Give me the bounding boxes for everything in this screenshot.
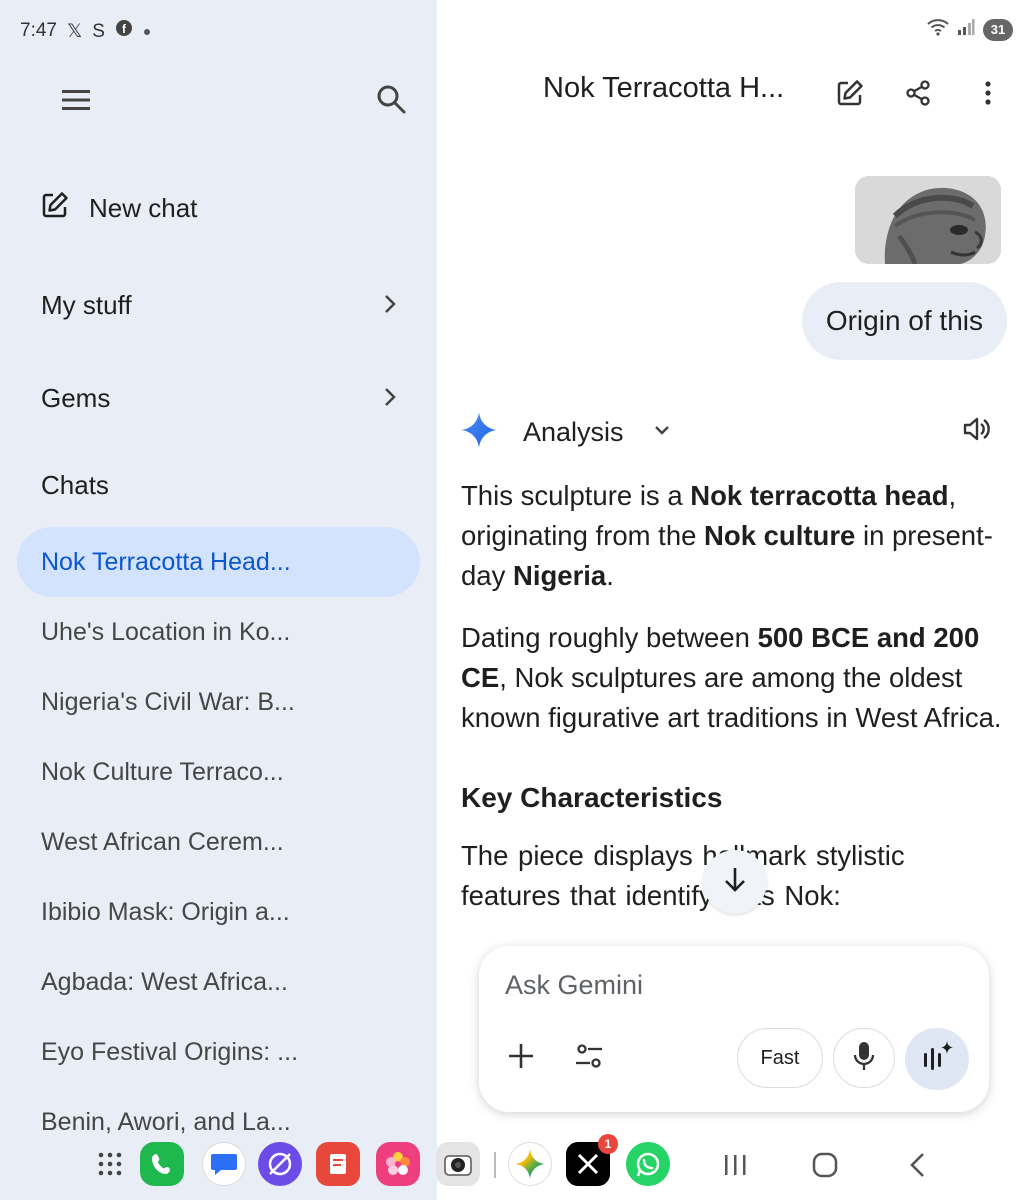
recent-apps-icon[interactable] (718, 1148, 752, 1182)
notes-icon[interactable] (316, 1142, 360, 1186)
notification-badge: 1 (598, 1134, 618, 1154)
search-icon[interactable] (370, 78, 412, 120)
chat-item[interactable]: Eyo Festival Origins: ... (17, 1017, 420, 1087)
status-bar-right: 31 (927, 18, 1013, 41)
chat-item[interactable]: Nok Culture Terraco... (17, 737, 420, 807)
my-stuff-item[interactable]: My stuff (41, 283, 397, 327)
chat-item[interactable]: Nigeria's Civil War: B... (17, 667, 420, 737)
model-mode-button[interactable]: Fast (737, 1028, 823, 1088)
new-chat-button[interactable]: New chat (41, 186, 397, 230)
chevron-right-icon (383, 290, 397, 321)
dot-icon (143, 20, 151, 42)
gemini-live-button[interactable] (905, 1028, 969, 1090)
arrow-down-icon (723, 866, 747, 899)
more-options-icon[interactable] (967, 72, 1009, 114)
response-heading: Key Characteristics (461, 782, 723, 813)
gemini-spark-icon (461, 411, 497, 453)
chat-panel: 31 Nok Terracotta H... Origin of this An… (437, 0, 1031, 1130)
tools-icon[interactable] (567, 1034, 611, 1078)
s-icon: S (92, 20, 105, 42)
taskbar-dock: 1 (0, 1132, 1031, 1200)
gallery-icon[interactable] (376, 1142, 420, 1186)
analysis-mode-label[interactable]: Analysis (523, 417, 624, 448)
chat-history-list: Nok Terracotta Head... Uhe's Location in… (17, 527, 420, 1157)
prompt-input-card: Ask Gemini Fast (479, 946, 989, 1112)
speaker-icon[interactable] (961, 414, 991, 449)
response-paragraph: Dating roughly between 500 BCE and 200 C… (461, 622, 1002, 733)
signal-icon (957, 18, 975, 41)
new-chat-label: New chat (89, 192, 198, 223)
gems-label: Gems (41, 382, 111, 413)
phone-icon[interactable] (140, 1142, 184, 1186)
dock-divider (494, 1152, 496, 1178)
gemini-app-screen: 7:47 𝕏 S f New chat My stuff Gems Chats … (0, 0, 1031, 1200)
ask-gemini-input[interactable]: Ask Gemini (505, 970, 643, 1001)
scroll-to-bottom-button[interactable] (703, 850, 767, 914)
chat-item[interactable]: Agbada: West Africa... (17, 947, 420, 1017)
response-paragraph: This sculpture is a Nok terracotta head,… (461, 480, 993, 591)
back-icon[interactable] (900, 1148, 934, 1182)
edit-icon (41, 191, 69, 226)
menu-icon[interactable] (56, 80, 96, 120)
share-icon[interactable] (897, 72, 939, 114)
battery-indicator: 31 (983, 18, 1013, 41)
chevron-down-icon[interactable] (654, 423, 670, 441)
chat-item[interactable]: Ibibio Mask: Origin a... (17, 877, 420, 947)
microphone-icon (853, 1041, 875, 1076)
camera-icon[interactable] (436, 1142, 480, 1186)
home-icon[interactable] (808, 1148, 842, 1182)
response-header: Analysis (461, 410, 991, 454)
navigation-drawer: 7:47 𝕏 S f New chat My stuff Gems Chats … (0, 0, 437, 1200)
chat-item[interactable]: Uhe's Location in Ko... (17, 597, 420, 667)
chats-heading: Chats (41, 470, 109, 500)
gemini-icon[interactable] (508, 1142, 552, 1186)
internet-icon[interactable] (258, 1142, 302, 1186)
x-icon: 𝕏 (66, 20, 83, 42)
messages-icon[interactable] (202, 1142, 246, 1186)
status-bar-left: 7:47 𝕏 S f (20, 18, 151, 44)
chat-item[interactable]: West African Cerem... (17, 807, 420, 877)
microphone-button[interactable] (833, 1028, 895, 1088)
my-stuff-label: My stuff (41, 289, 132, 320)
gems-item[interactable]: Gems (41, 376, 397, 420)
add-icon[interactable] (499, 1034, 543, 1078)
live-waveform-icon (920, 1040, 954, 1078)
status-time: 7:47 (20, 20, 57, 41)
uploaded-image-thumbnail[interactable] (855, 176, 1001, 264)
facebook-icon: f (115, 19, 133, 43)
x-app-icon[interactable]: 1 (566, 1134, 618, 1186)
conversation-title: Nok Terracotta H... (543, 72, 785, 104)
wifi-icon (927, 18, 949, 41)
chat-item-active[interactable]: Nok Terracotta Head... (17, 527, 420, 597)
user-message-bubble: Origin of this (801, 282, 1007, 360)
apps-grid-icon[interactable] (88, 1142, 132, 1186)
whatsapp-icon[interactable] (626, 1142, 670, 1186)
chevron-right-icon (383, 383, 397, 414)
edit-title-icon[interactable] (829, 72, 871, 114)
